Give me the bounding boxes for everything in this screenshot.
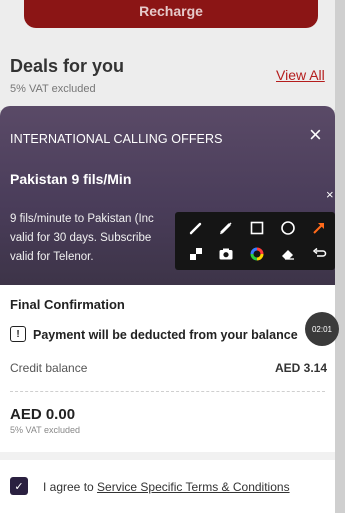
final-confirmation-title: Final Confirmation: [10, 297, 125, 312]
deals-title: Deals for you: [10, 56, 125, 76]
offer-title: Pakistan 9 fils/Min: [10, 171, 132, 187]
info-icon: !: [10, 326, 26, 342]
terms-checkbox[interactable]: ✓: [10, 477, 28, 495]
toolbar-close-icon[interactable]: ×: [326, 187, 334, 202]
color-wheel-icon[interactable]: [246, 243, 268, 265]
credit-balance-label: Credit balance: [10, 361, 88, 375]
recording-timer[interactable]: 02:01: [305, 312, 339, 346]
divider: [10, 391, 325, 392]
eraser-icon[interactable]: [277, 243, 299, 265]
terms-agreement: I agree to Service Specific Terms & Cond…: [43, 480, 290, 494]
total-amount: AED 0.00: [10, 406, 76, 423]
background-page: Recharge Deals for you 5% VAT excluded V…: [0, 0, 345, 110]
section-separator: [0, 452, 335, 460]
offer-heading: INTERNATIONAL CALLING OFFERS: [10, 132, 223, 146]
background-edge: [335, 0, 345, 513]
view-all-link[interactable]: View All: [276, 67, 325, 83]
close-icon[interactable]: ×: [309, 124, 322, 146]
recharge-button[interactable]: Recharge: [24, 0, 318, 28]
pen-icon[interactable]: [185, 217, 207, 239]
camera-icon[interactable]: [215, 243, 237, 265]
annotation-toolbar: [175, 212, 335, 270]
credit-balance-value: AED 3.14: [275, 361, 328, 375]
confirmation-sheet: INTERNATIONAL CALLING OFFERS × Pakistan …: [0, 106, 335, 513]
circle-icon[interactable]: [277, 217, 299, 239]
deals-subtitle: 5% VAT excluded: [10, 83, 96, 95]
total-vat-note: 5% VAT excluded: [10, 425, 81, 435]
undo-icon[interactable]: [308, 243, 330, 265]
arrow-icon[interactable]: [308, 217, 330, 239]
agree-prefix: I agree to: [43, 480, 98, 494]
mosaic-icon[interactable]: [185, 243, 207, 265]
terms-link[interactable]: Service Specific Terms & Conditions: [97, 480, 290, 494]
payment-notice: Payment will be deducted from your balan…: [33, 328, 298, 342]
highlighter-icon[interactable]: [215, 217, 237, 239]
rectangle-icon[interactable]: [246, 217, 268, 239]
